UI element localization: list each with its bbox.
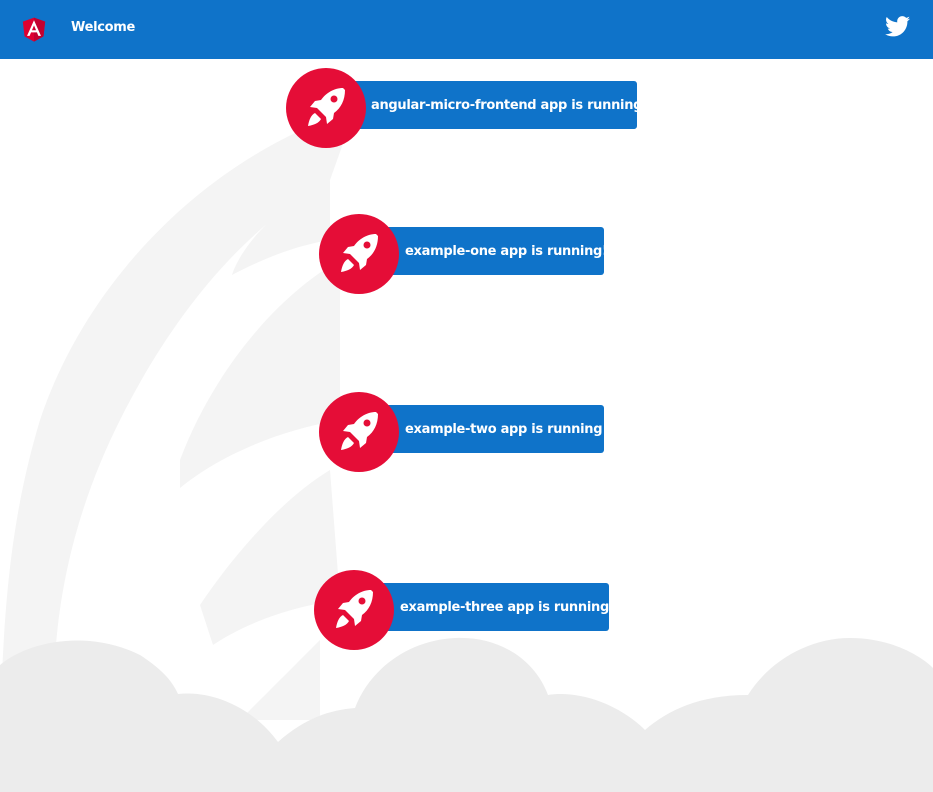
twitter-icon[interactable] (885, 16, 910, 37)
app-status-label: example-one app is running! (405, 243, 608, 259)
app-status-card: example-three app is running! (380, 583, 615, 631)
toolbar: Welcome (0, 0, 933, 59)
app-status-card: example-two app is running! (385, 405, 608, 453)
rocket-icon (319, 392, 399, 472)
page-title: Welcome (71, 20, 136, 35)
angular-logo-icon (22, 17, 46, 42)
app-status-card: example-one app is running! (385, 227, 608, 275)
rocket-icon (286, 68, 366, 148)
page: Welcome angular-micro-frontend app is ru… (0, 0, 933, 792)
app-status-card: angular-micro-frontend app is running! (350, 81, 648, 129)
rocket-icon (314, 570, 394, 650)
app-status-label: example-two app is running! (405, 421, 608, 437)
app-status-label: angular-micro-frontend app is running! (371, 97, 648, 113)
app-status-label: example-three app is running! (400, 599, 615, 615)
rocket-icon (319, 214, 399, 294)
